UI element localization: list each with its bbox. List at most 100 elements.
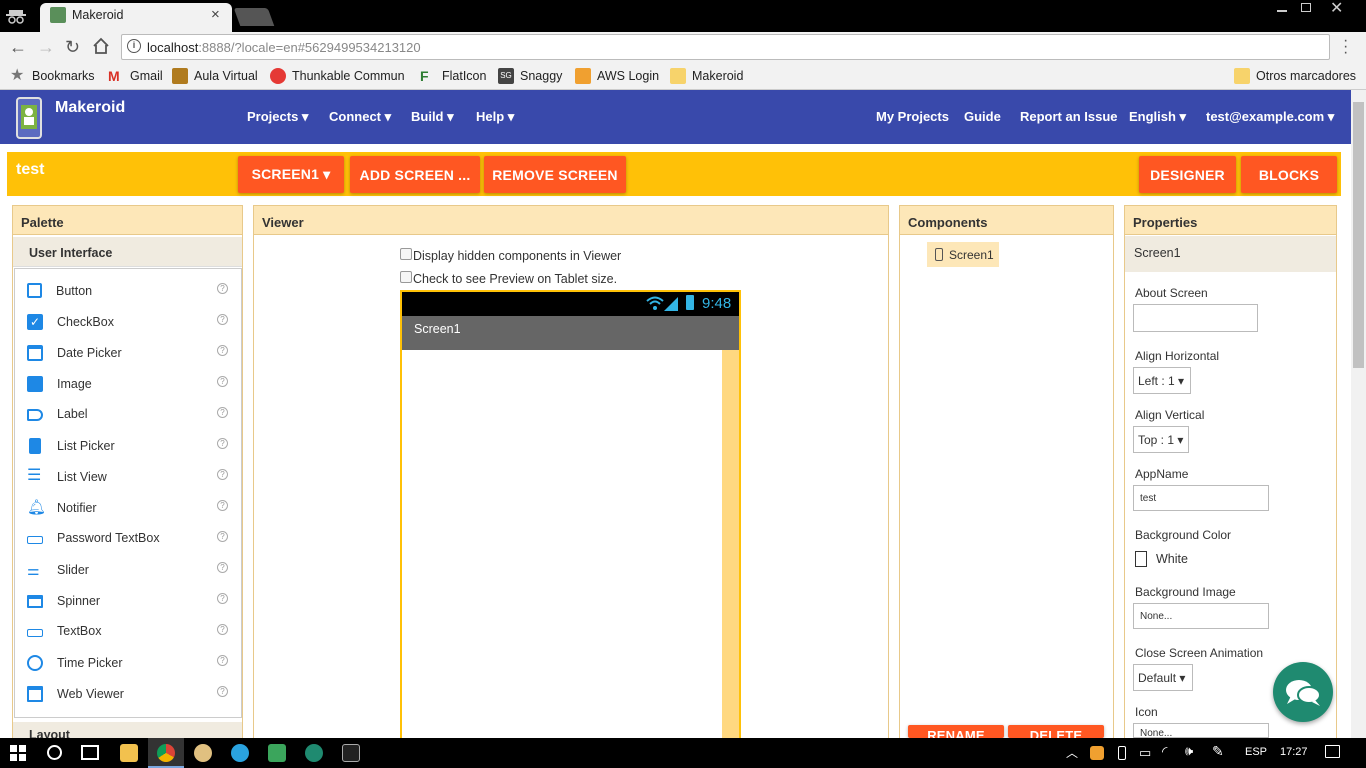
menu-build[interactable]: Build ▾ bbox=[411, 109, 454, 125]
chat-button[interactable] bbox=[1273, 662, 1333, 722]
help-icon[interactable]: ? bbox=[217, 593, 228, 604]
palette-item-label[interactable]: Label ? bbox=[27, 407, 228, 421]
page-scrollbar[interactable] bbox=[1351, 90, 1366, 738]
app-icon[interactable] bbox=[194, 744, 212, 762]
menu-account[interactable]: test@example.com ▾ bbox=[1206, 109, 1334, 125]
url-text[interactable]: localhost:8888/?locale=en#56294995342131… bbox=[147, 40, 421, 55]
palette-section-user-interface[interactable]: User Interface bbox=[13, 237, 242, 267]
palette-item-slider[interactable]: ⚌ Slider ? bbox=[27, 562, 228, 578]
link-guide[interactable]: Guide bbox=[964, 109, 1001, 124]
help-icon[interactable]: ? bbox=[217, 407, 228, 418]
app-s-icon[interactable] bbox=[268, 744, 286, 762]
phone-scrollbar[interactable] bbox=[722, 350, 739, 738]
tray-language[interactable]: ESP bbox=[1245, 746, 1267, 758]
help-icon[interactable]: ? bbox=[217, 345, 228, 356]
palette-item-list-view[interactable]: ☰ List View ? bbox=[27, 468, 228, 485]
search-icon[interactable] bbox=[47, 745, 62, 760]
palette-item-spinner[interactable]: Spinner ? bbox=[27, 593, 228, 608]
align-horizontal-dropdown[interactable]: Left : 1 ▾ bbox=[1133, 367, 1191, 394]
close-window-icon[interactable]: ✕ bbox=[1330, 0, 1343, 18]
bookmark-other[interactable]: Otros marcadores bbox=[1234, 68, 1356, 84]
help-icon[interactable]: ? bbox=[217, 562, 228, 573]
bookmark-makeroid[interactable]: Makeroid bbox=[670, 68, 743, 84]
bookmark-flaticon[interactable]: F FlatIcon bbox=[420, 68, 486, 84]
bookmark-thunkable[interactable]: Thunkable Communi bbox=[270, 68, 405, 84]
palette-item-list-picker[interactable]: List Picker ? bbox=[27, 438, 228, 454]
app-globe-icon[interactable] bbox=[305, 744, 323, 762]
link-my-projects[interactable]: My Projects bbox=[876, 109, 949, 124]
scrollbar-thumb[interactable] bbox=[1353, 102, 1364, 368]
bookmark-gmail[interactable]: M Gmail bbox=[108, 68, 163, 84]
bookmark-aula-virtual[interactable]: Aula Virtual bbox=[172, 68, 258, 84]
telegram-icon[interactable] bbox=[231, 744, 249, 762]
menu-projects[interactable]: Projects ▾ bbox=[247, 109, 308, 125]
delete-button[interactable]: DELETE bbox=[1008, 725, 1104, 738]
tray-chevron-icon[interactable]: ︿ bbox=[1066, 744, 1078, 761]
task-view-icon[interactable] bbox=[81, 745, 99, 760]
about-screen-textarea[interactable] bbox=[1133, 304, 1258, 332]
tablet-preview-label[interactable]: Check to see Preview on Tablet size. bbox=[413, 272, 617, 286]
bookmark-aws-login[interactable]: AWS Login bbox=[575, 68, 659, 84]
background-image-picker[interactable]: None... bbox=[1133, 603, 1269, 629]
palette-section-layout[interactable]: Layout bbox=[13, 722, 242, 738]
add-screen-button[interactable]: ADD SCREEN ... bbox=[350, 156, 480, 193]
tablet-preview-checkbox[interactable] bbox=[400, 271, 412, 283]
tray-pen-icon[interactable]: ✎ bbox=[1212, 743, 1224, 760]
reload-icon[interactable]: ↻ bbox=[65, 37, 80, 58]
palette-item-web-viewer[interactable]: Web Viewer ? bbox=[27, 686, 228, 702]
tab-makeroid[interactable] bbox=[40, 3, 232, 32]
android-logo-icon[interactable] bbox=[16, 97, 42, 139]
appname-input[interactable]: test bbox=[1133, 485, 1269, 511]
help-icon[interactable]: ? bbox=[217, 531, 228, 542]
link-report-issue[interactable]: Report an Issue bbox=[1020, 109, 1118, 124]
phone-preview[interactable] bbox=[400, 290, 741, 738]
tray-app-icon[interactable] bbox=[1090, 746, 1104, 760]
help-icon[interactable]: ? bbox=[217, 438, 228, 449]
tray-usb-icon[interactable] bbox=[1118, 746, 1126, 760]
windows-start-icon[interactable] bbox=[10, 745, 26, 761]
info-icon[interactable]: i bbox=[127, 39, 141, 53]
restore-icon[interactable] bbox=[1301, 3, 1311, 12]
tray-volume-icon[interactable]: 🕪︎ bbox=[1185, 743, 1193, 759]
home-icon[interactable] bbox=[92, 37, 110, 55]
component-tree-screen1[interactable]: Screen1 bbox=[927, 242, 999, 267]
menu-language[interactable]: English ▾ bbox=[1129, 109, 1186, 125]
help-icon[interactable]: ? bbox=[217, 686, 228, 697]
palette-item-checkbox[interactable]: ✓ CheckBox ? bbox=[27, 314, 228, 330]
help-icon[interactable]: ? bbox=[217, 314, 228, 325]
palette-item-password-textbox[interactable]: Password TextBox ? bbox=[27, 531, 228, 545]
cmd-icon[interactable] bbox=[342, 744, 360, 762]
background-color-swatch[interactable] bbox=[1135, 551, 1147, 567]
help-icon[interactable]: ? bbox=[217, 500, 228, 511]
app-name[interactable]: Makeroid bbox=[55, 99, 125, 117]
tray-clock[interactable]: 17:27 bbox=[1280, 746, 1308, 758]
minimize-icon[interactable] bbox=[1277, 2, 1287, 12]
blocks-button[interactable]: BLOCKS bbox=[1241, 156, 1337, 193]
palette-item-date-picker[interactable]: Date Picker ? bbox=[27, 345, 228, 361]
new-tab-button[interactable] bbox=[233, 8, 275, 26]
menu-kebab-icon[interactable]: · · · bbox=[1343, 33, 1348, 61]
hidden-components-checkbox[interactable] bbox=[400, 248, 412, 260]
icon-picker[interactable]: None... bbox=[1133, 723, 1269, 738]
align-vertical-dropdown[interactable]: Top : 1 ▾ bbox=[1133, 426, 1189, 453]
hidden-components-label[interactable]: Display hidden components in Viewer bbox=[413, 249, 621, 263]
back-icon[interactable]: ← bbox=[9, 37, 27, 58]
palette-item-notifier[interactable]: 🔔︎ Notifier ? bbox=[27, 500, 228, 516]
help-icon[interactable]: ? bbox=[217, 655, 228, 666]
file-explorer-icon[interactable] bbox=[120, 744, 138, 762]
screen-select-button[interactable]: SCREEN1 ▾ bbox=[238, 156, 344, 193]
help-icon[interactable]: ? bbox=[217, 283, 228, 294]
palette-item-textbox[interactable]: TextBox ? bbox=[27, 624, 228, 638]
designer-button[interactable]: DESIGNER bbox=[1139, 156, 1236, 193]
tray-network-icon[interactable]: ▭ bbox=[1139, 745, 1151, 761]
menu-connect[interactable]: Connect ▾ bbox=[329, 109, 391, 125]
palette-item-image[interactable]: Image ? bbox=[27, 376, 228, 392]
help-icon[interactable]: ? bbox=[217, 624, 228, 635]
tray-wifi-icon[interactable]: ◜ bbox=[1162, 743, 1167, 760]
background-color-value[interactable]: White bbox=[1156, 552, 1188, 566]
rename-button[interactable]: RENAME bbox=[908, 725, 1004, 738]
action-center-icon[interactable] bbox=[1325, 745, 1340, 758]
bookmark-bookmarks[interactable]: ★ Bookmarks bbox=[10, 68, 95, 84]
bookmark-snaggy[interactable]: SG Snaggy bbox=[498, 68, 562, 84]
menu-help[interactable]: Help ▾ bbox=[476, 109, 514, 125]
